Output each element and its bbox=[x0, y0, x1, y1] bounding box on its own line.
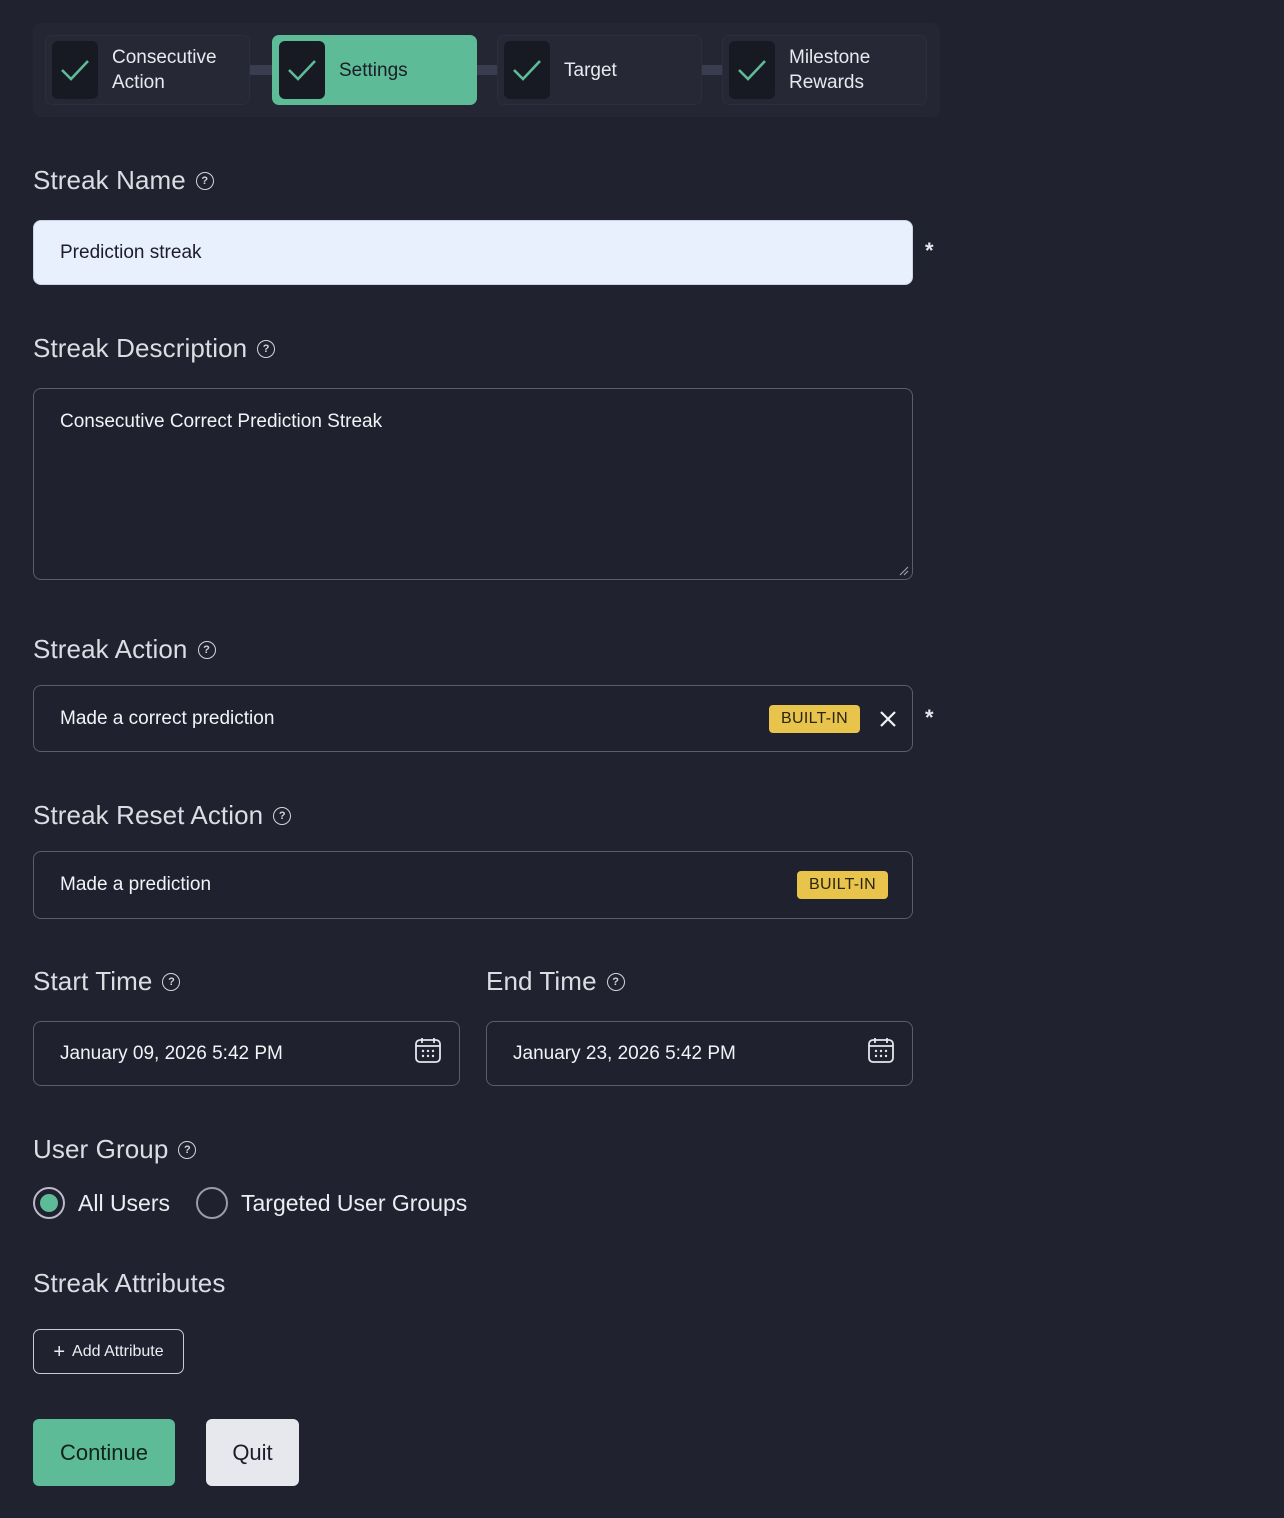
radio-targeted-user-groups[interactable] bbox=[196, 1187, 229, 1219]
streak-action-label: Streak Action ? bbox=[33, 634, 216, 665]
step-label: Milestone Rewards bbox=[789, 47, 871, 93]
streak-reset-action-value: Made a prediction bbox=[60, 874, 212, 895]
built-in-badge: BUILT-IN bbox=[769, 705, 861, 733]
check-icon bbox=[504, 41, 550, 99]
check-icon bbox=[52, 41, 98, 99]
plus-icon: + bbox=[53, 1340, 66, 1363]
start-time-value: January 09, 2026 5:42 PM bbox=[60, 1042, 283, 1064]
start-time-input[interactable]: January 09, 2026 5:42 PM bbox=[33, 1021, 460, 1086]
step-connector bbox=[250, 65, 272, 75]
end-time-input[interactable]: January 23, 2026 5:42 PM bbox=[486, 1021, 913, 1086]
help-icon[interactable]: ? bbox=[197, 640, 216, 659]
help-icon[interactable]: ? bbox=[606, 972, 625, 991]
calendar-icon[interactable] bbox=[867, 1036, 895, 1064]
check-icon bbox=[729, 41, 775, 99]
help-icon[interactable]: ? bbox=[178, 1140, 197, 1159]
built-in-badge: BUILT-IN bbox=[797, 871, 889, 899]
radio-all-users[interactable] bbox=[33, 1187, 65, 1219]
step-connector bbox=[477, 65, 499, 75]
streak-name-label: Streak Name ? bbox=[33, 165, 214, 196]
step-label: Settings bbox=[339, 59, 408, 81]
help-icon[interactable]: ? bbox=[273, 806, 292, 825]
calendar-icon[interactable] bbox=[414, 1036, 442, 1064]
streak-settings-page: Consecutive Action Settings Target Miles… bbox=[0, 0, 1284, 1518]
streak-name-input[interactable]: Prediction streak bbox=[33, 220, 913, 285]
step-connector bbox=[702, 65, 724, 75]
user-group-label: User Group ? bbox=[33, 1134, 197, 1165]
start-time-label: Start Time ? bbox=[33, 966, 181, 997]
continue-button[interactable]: Continue bbox=[33, 1419, 175, 1486]
radio-label-targeted-user-groups[interactable]: Targeted User Groups bbox=[241, 1190, 467, 1217]
step-settings[interactable]: Settings bbox=[272, 35, 477, 105]
required-mark: * bbox=[925, 238, 934, 263]
check-icon bbox=[279, 41, 325, 99]
add-attribute-label: Add Attribute bbox=[72, 1342, 164, 1360]
wizard-stepper: Consecutive Action Settings Target Miles… bbox=[33, 23, 940, 117]
add-attribute-button[interactable]: + Add Attribute bbox=[33, 1329, 184, 1374]
end-time-label: End Time ? bbox=[486, 966, 625, 997]
streak-description-value: Consecutive Correct Prediction Streak bbox=[60, 411, 383, 432]
streak-name-value: Prediction streak bbox=[60, 241, 202, 263]
streak-reset-action-label: Streak Reset Action ? bbox=[33, 800, 292, 831]
resize-handle-icon[interactable] bbox=[897, 564, 909, 576]
help-icon[interactable]: ? bbox=[162, 972, 181, 991]
streak-description-textarea[interactable]: Consecutive Correct Prediction Streak bbox=[33, 388, 913, 580]
quit-button[interactable]: Quit bbox=[206, 1419, 299, 1486]
step-consecutive-action[interactable]: Consecutive Action bbox=[45, 35, 250, 105]
step-target[interactable]: Target bbox=[497, 35, 702, 105]
streak-attributes-label: Streak Attributes bbox=[33, 1268, 226, 1298]
radio-label-all-users[interactable]: All Users bbox=[78, 1190, 170, 1217]
streak-action-value: Made a correct prediction bbox=[60, 707, 275, 729]
clear-icon[interactable] bbox=[879, 710, 897, 728]
help-icon[interactable]: ? bbox=[195, 171, 214, 190]
required-mark: * bbox=[925, 705, 934, 730]
step-label: Target bbox=[564, 59, 617, 81]
streak-action-select[interactable]: Made a correct prediction BUILT-IN bbox=[33, 685, 913, 752]
user-group-radio-group: All Users Targeted User Groups bbox=[33, 1187, 493, 1219]
streak-description-label: Streak Description ? bbox=[33, 333, 276, 364]
help-icon[interactable]: ? bbox=[257, 339, 276, 358]
end-time-value: January 23, 2026 5:42 PM bbox=[513, 1042, 736, 1064]
step-milestone-rewards[interactable]: Milestone Rewards bbox=[722, 35, 927, 105]
step-label: Consecutive Action bbox=[112, 47, 217, 93]
streak-reset-action-select[interactable]: Made a prediction BUILT-IN bbox=[33, 851, 913, 919]
